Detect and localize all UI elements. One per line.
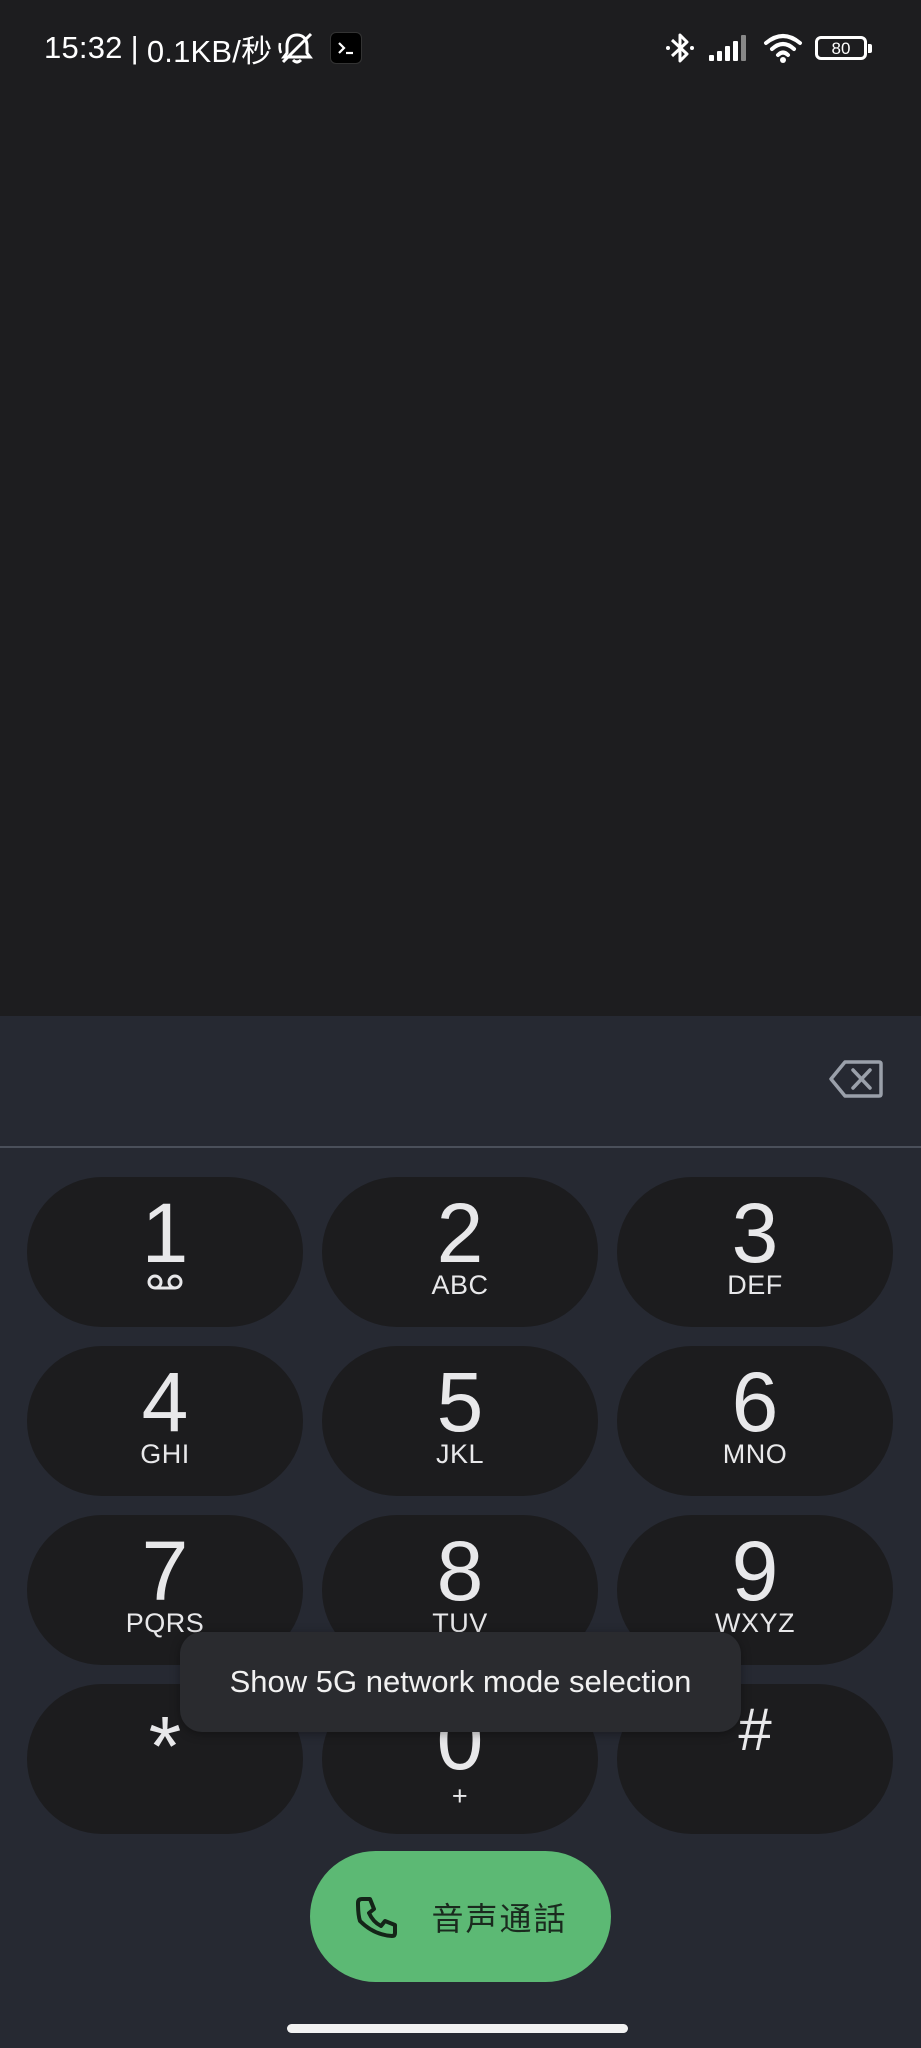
status-bar: 15:32 | 0.1KB/秒 80 bbox=[0, 0, 921, 96]
phone-icon bbox=[353, 1893, 401, 1941]
voice-call-button[interactable]: 音声通話 bbox=[310, 1851, 611, 1982]
key-digit: 1 bbox=[141, 1186, 189, 1280]
key-digit: 3 bbox=[731, 1186, 779, 1280]
key-digit: 5 bbox=[436, 1355, 484, 1449]
voice-call-label: 音声通話 bbox=[431, 1899, 568, 1938]
network-speed: 0.1KB/秒 bbox=[146, 33, 273, 69]
key-3[interactable]: 3 DEF bbox=[617, 1177, 893, 1327]
key-digit: 4 bbox=[141, 1355, 189, 1449]
key-digit: 9 bbox=[731, 1524, 779, 1618]
voicemail-icon bbox=[27, 1273, 303, 1291]
status-time: 15:32 bbox=[44, 30, 123, 65]
key-6[interactable]: 6 MNO bbox=[617, 1346, 893, 1496]
key-4[interactable]: 4 GHI bbox=[27, 1346, 303, 1496]
signal-icon bbox=[707, 33, 751, 63]
status-right: 80 bbox=[665, 28, 872, 68]
status-separator: | bbox=[130, 30, 139, 65]
battery-level: 80 bbox=[831, 38, 851, 58]
key-digit: 6 bbox=[731, 1355, 779, 1449]
key-digit: 7 bbox=[141, 1524, 189, 1618]
wifi-icon bbox=[763, 32, 803, 64]
key-letters: GHI bbox=[140, 1439, 190, 1469]
key-letters: DEF bbox=[727, 1270, 783, 1300]
key-digit: 8 bbox=[436, 1524, 484, 1618]
tooltip-text: Show 5G network mode selection bbox=[229, 1664, 692, 1699]
key-letters: MNO bbox=[722, 1439, 788, 1469]
terminal-icon bbox=[330, 32, 363, 64]
gesture-navigation-bar[interactable] bbox=[287, 2024, 628, 2033]
key-letters: JKL bbox=[435, 1439, 485, 1469]
key-letters: + bbox=[451, 1781, 469, 1811]
status-left: 15:32 | 0.1KB/秒 bbox=[44, 26, 363, 70]
key-digit: 2 bbox=[436, 1186, 484, 1280]
backspace-icon[interactable] bbox=[829, 1059, 883, 1099]
mute-bell-icon bbox=[278, 31, 316, 65]
key-letters: ABC bbox=[431, 1270, 489, 1300]
key-1[interactable]: 1 bbox=[27, 1177, 303, 1327]
bluetooth-icon bbox=[665, 30, 695, 66]
battery-icon: 80 bbox=[815, 36, 872, 60]
number-display[interactable] bbox=[0, 1016, 921, 1148]
phone-screen: 15:32 | 0.1KB/秒 80 1 2 ABC 3 DEF 4 GHI 5… bbox=[0, 0, 921, 2048]
key-2[interactable]: 2 ABC bbox=[322, 1177, 598, 1327]
tooltip-toast: Show 5G network mode selection bbox=[180, 1632, 741, 1732]
key-5[interactable]: 5 JKL bbox=[322, 1346, 598, 1496]
